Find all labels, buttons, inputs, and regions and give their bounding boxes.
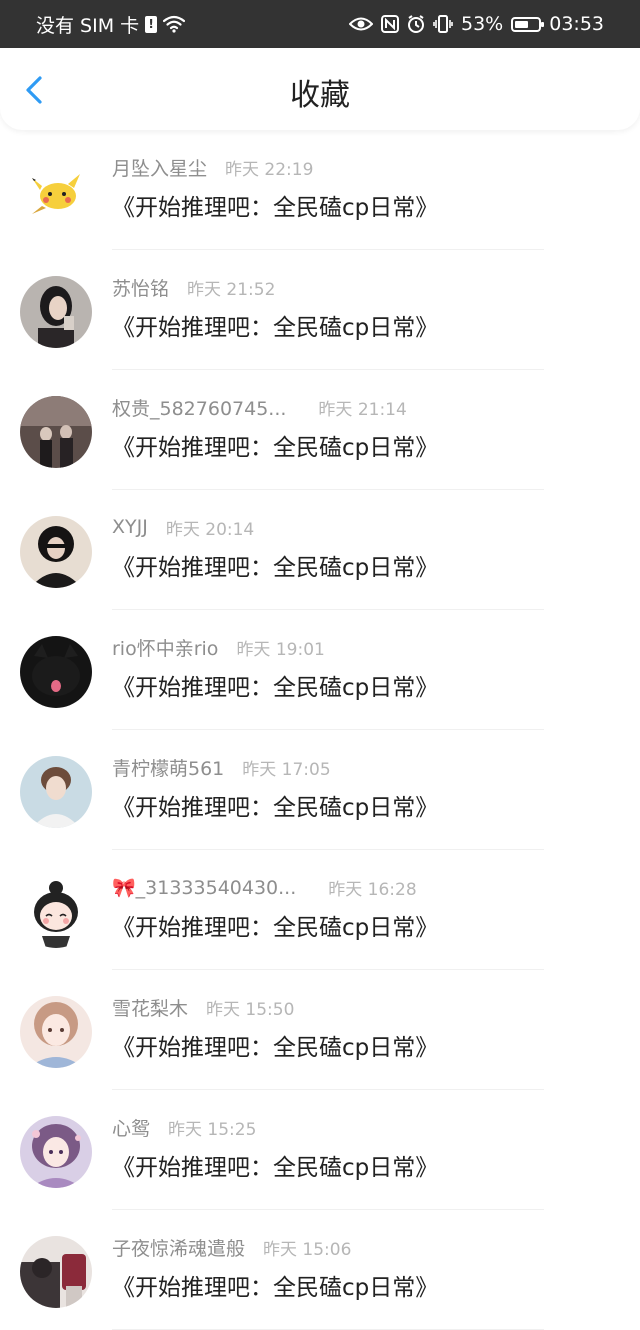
- avatar-photo-icon: [20, 516, 92, 588]
- avatar: [20, 636, 92, 708]
- favorites-list: 月坠入星尘 昨天 22:19 《开始推理吧：全民磕cp日常》 苏怡铭 昨天 21…: [0, 130, 640, 1330]
- user-name: rio怀中亲rio: [112, 637, 219, 660]
- avatar-illustration-icon: [20, 1116, 92, 1188]
- avatar: [20, 276, 92, 348]
- timestamp: 昨天 17:05: [242, 759, 331, 780]
- item-meta: 心鸳 昨天 15:25: [112, 1114, 256, 1140]
- avatar: [20, 396, 92, 468]
- timestamp: 昨天 15:25: [168, 1119, 257, 1140]
- list-item[interactable]: 权贵_582760745... 昨天 21:14 《开始推理吧：全民磕cp日常》: [0, 370, 640, 490]
- list-item[interactable]: 雪花梨木 昨天 15:50 《开始推理吧：全民磕cp日常》: [0, 970, 640, 1090]
- user-name: 苏怡铭: [112, 277, 170, 300]
- item-meta: 权贵_582760745... 昨天 21:14: [112, 394, 407, 420]
- item-title: 《开始推理吧：全民磕cp日常》: [112, 915, 439, 941]
- item-title: 《开始推理吧：全民磕cp日常》: [112, 1155, 439, 1181]
- avatar-photo-icon: [20, 276, 92, 348]
- item-meta: rio怀中亲rio 昨天 19:01: [112, 634, 325, 660]
- list-item[interactable]: XYJJ 昨天 20:14 《开始推理吧：全民磕cp日常》: [0, 490, 640, 610]
- user-name: 权贵_582760745...: [112, 397, 287, 420]
- item-title: 《开始推理吧：全民磕cp日常》: [112, 675, 439, 701]
- avatar-cat-icon: [20, 636, 92, 708]
- list-item[interactable]: 月坠入星尘 昨天 22:19 《开始推理吧：全民磕cp日常》: [0, 130, 640, 250]
- item-meta: XYJJ 昨天 20:14: [112, 514, 254, 540]
- avatar: [20, 516, 92, 588]
- list-item[interactable]: 子夜惊浠魂遣般 昨天 15:06 《开始推理吧：全民磕cp日常》: [0, 1210, 640, 1330]
- list-item[interactable]: 🎀_31333540430... 昨天 16:28 《开始推理吧：全民磕cp日常…: [0, 850, 640, 970]
- timestamp: 昨天 20:14: [165, 519, 255, 540]
- avatar-illustration-icon: [20, 996, 92, 1068]
- timestamp: 昨天 19:01: [236, 639, 325, 660]
- item-meta: 月坠入星尘 昨天 22:19: [112, 154, 313, 180]
- user-name: 🎀_31333540430...: [112, 876, 297, 899]
- timestamp: 昨天 21:14: [318, 399, 407, 420]
- item-title: 《开始推理吧：全民磕cp日常》: [112, 435, 439, 461]
- avatar-cartoon-icon: [34, 881, 78, 948]
- user-name: 子夜惊浠魂遣般: [112, 1237, 246, 1260]
- nav-bar: 收藏: [0, 48, 640, 130]
- avatar: [20, 1236, 92, 1308]
- avatar: [20, 876, 92, 948]
- item-title: 《开始推理吧：全民磕cp日常》: [112, 315, 439, 341]
- user-name: XYJJ: [112, 516, 148, 538]
- item-title: 《开始推理吧：全民磕cp日常》: [112, 1035, 439, 1061]
- timestamp: 昨天 16:28: [328, 879, 417, 900]
- avatar: [20, 996, 92, 1068]
- list-item[interactable]: 心鸳 昨天 15:25 《开始推理吧：全民磕cp日常》: [0, 1090, 640, 1210]
- item-title: 《开始推理吧：全民磕cp日常》: [112, 195, 439, 221]
- timestamp: 昨天 15:06: [263, 1239, 352, 1260]
- item-meta: 🎀_31333540430... 昨天 16:28: [112, 874, 417, 900]
- avatar-photo-icon: [20, 1236, 92, 1308]
- list-item[interactable]: rio怀中亲rio 昨天 19:01 《开始推理吧：全民磕cp日常》: [0, 610, 640, 730]
- list-item[interactable]: 苏怡铭 昨天 21:52 《开始推理吧：全民磕cp日常》: [0, 250, 640, 370]
- timestamp: 昨天 15:50: [206, 999, 295, 1020]
- item-title: 《开始推理吧：全民磕cp日常》: [112, 795, 439, 821]
- avatar: [20, 156, 92, 228]
- timestamp: 昨天 21:52: [187, 279, 276, 300]
- pikachu-sticker-icon: [32, 174, 80, 214]
- item-meta: 雪花梨木 昨天 15:50: [112, 994, 294, 1020]
- item-meta: 青柠檬萌561 昨天 17:05: [112, 754, 331, 780]
- user-name: 雪花梨木: [112, 997, 189, 1020]
- user-name: 青柠檬萌561: [112, 757, 225, 780]
- avatar: [20, 1116, 92, 1188]
- item-meta: 子夜惊浠魂遣般 昨天 15:06: [112, 1234, 351, 1260]
- user-name: 月坠入星尘: [112, 157, 208, 180]
- list-item[interactable]: 青柠檬萌561 昨天 17:05 《开始推理吧：全民磕cp日常》: [0, 730, 640, 850]
- avatar: [20, 756, 92, 828]
- item-meta: 苏怡铭 昨天 21:52: [112, 274, 275, 300]
- item-title: 《开始推理吧：全民磕cp日常》: [112, 555, 439, 581]
- item-title: 《开始推理吧：全民磕cp日常》: [112, 1275, 439, 1301]
- user-name: 心鸳: [112, 1117, 151, 1140]
- timestamp: 昨天 22:19: [225, 159, 314, 180]
- avatar-photo-icon: [20, 756, 92, 828]
- page-title: 收藏: [290, 78, 350, 113]
- avatar-photo-icon: [20, 396, 92, 468]
